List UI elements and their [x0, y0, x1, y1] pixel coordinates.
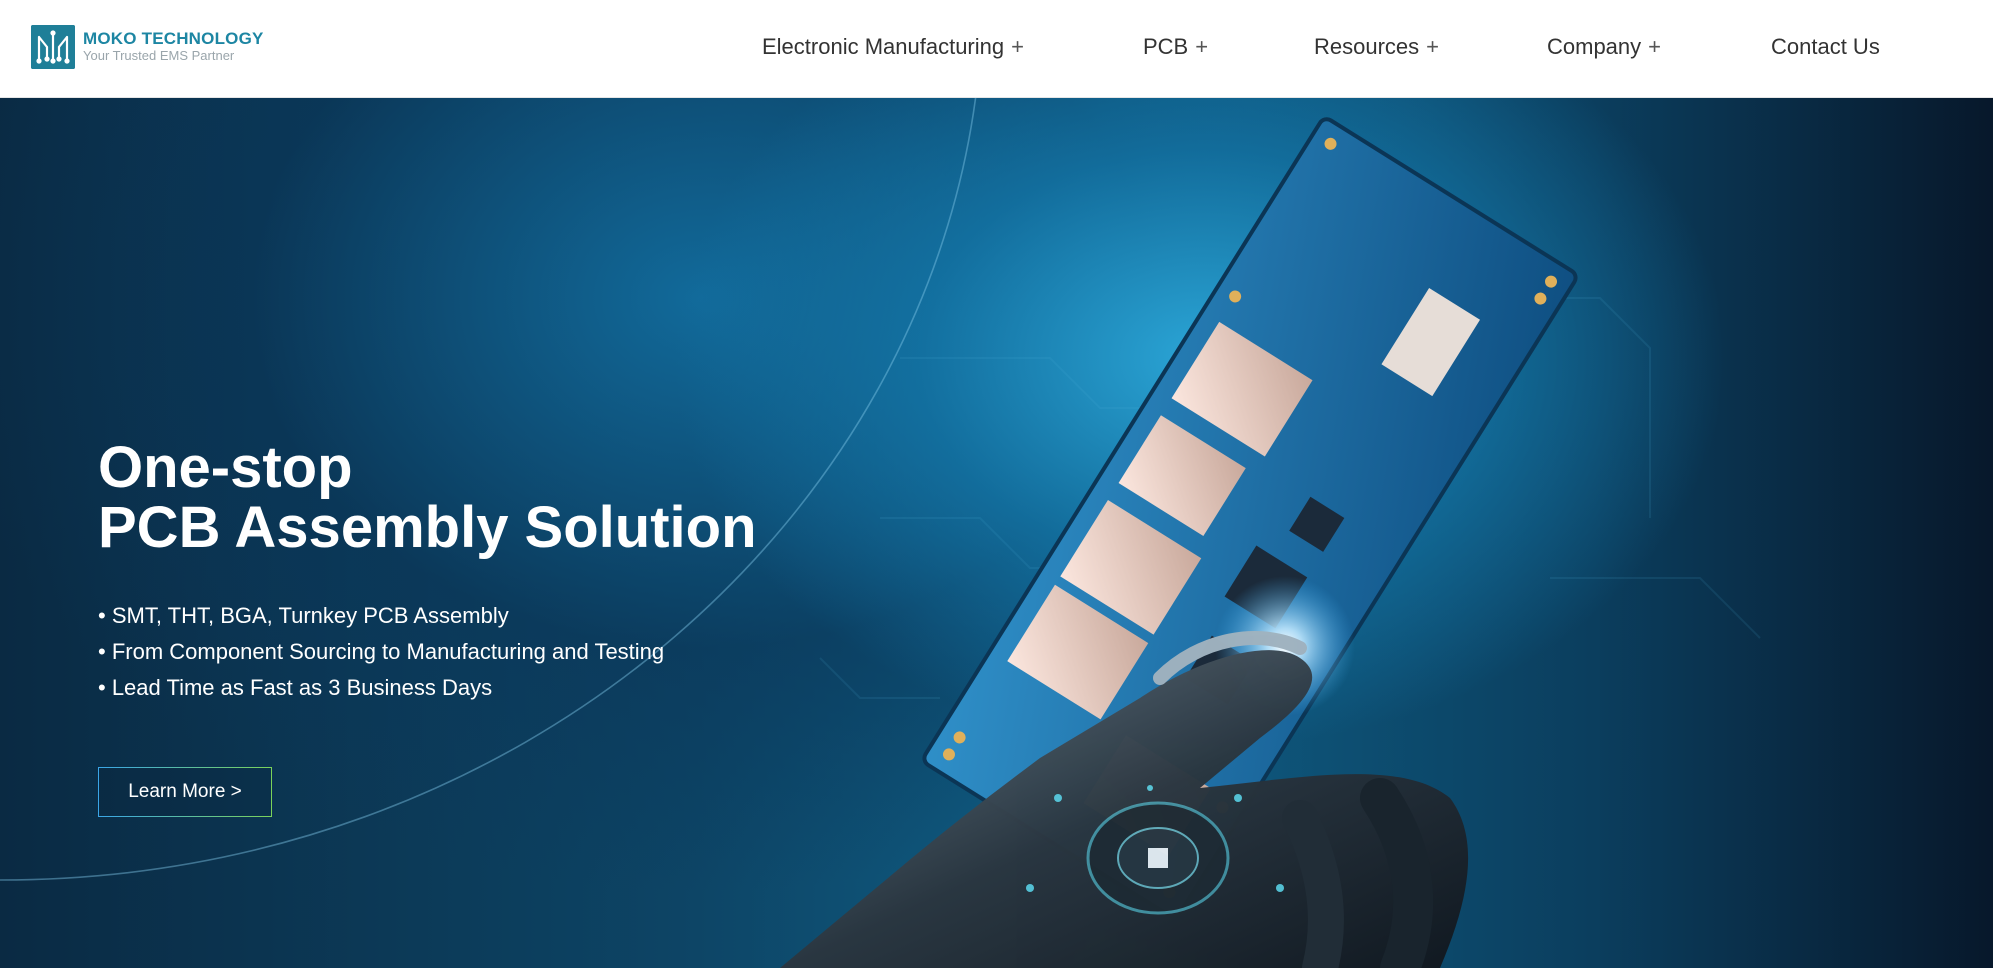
hero-title-line1: One-stop	[98, 435, 353, 500]
learn-more-button[interactable]: Learn More >	[98, 767, 272, 817]
nav-item-label: PCB	[1143, 34, 1189, 59]
plus-icon: +	[1648, 34, 1662, 59]
list-item: • From Component Sourcing to Manufacturi…	[98, 639, 665, 664]
list-item: • SMT, THT, BGA, Turnkey PCB Assembly	[98, 603, 509, 628]
main-nav: Electronic Manufacturing + PCB + Resourc…	[0, 0, 1993, 97]
site-header: MOKO TECHNOLOGY Your Trusted EMS Partner…	[0, 0, 1993, 98]
hero-title-line2: PCB Assembly Solution	[98, 495, 757, 560]
list-item: • Lead Time as Fast as 3 Business Days	[98, 675, 493, 700]
nav-item-contact-us[interactable]: Contact Us	[1771, 32, 1880, 62]
hero-title: One-stop PCB Assembly Solution	[98, 438, 998, 558]
nav-item-label: Company	[1547, 34, 1642, 59]
hero-bullet-list: • SMT, THT, BGA, Turnkey PCB Assembly • …	[98, 598, 898, 706]
nav-item-company[interactable]: Company +	[1547, 32, 1661, 62]
plus-icon: +	[1195, 34, 1209, 59]
plus-icon: +	[1426, 34, 1440, 59]
nav-item-label: Resources	[1314, 34, 1420, 59]
nav-item-pcb[interactable]: PCB +	[1143, 32, 1208, 62]
hero-banner: One-stop PCB Assembly Solution • SMT, TH…	[0, 98, 1993, 968]
nav-item-label: Electronic Manufacturing	[762, 34, 1005, 59]
plus-icon: +	[1011, 34, 1024, 59]
nav-item-resources[interactable]: Resources +	[1314, 32, 1439, 62]
nav-item-electronic-manufacturing[interactable]: Electronic Manufacturing +	[762, 32, 1024, 62]
nav-item-label: Contact Us	[1771, 34, 1880, 59]
